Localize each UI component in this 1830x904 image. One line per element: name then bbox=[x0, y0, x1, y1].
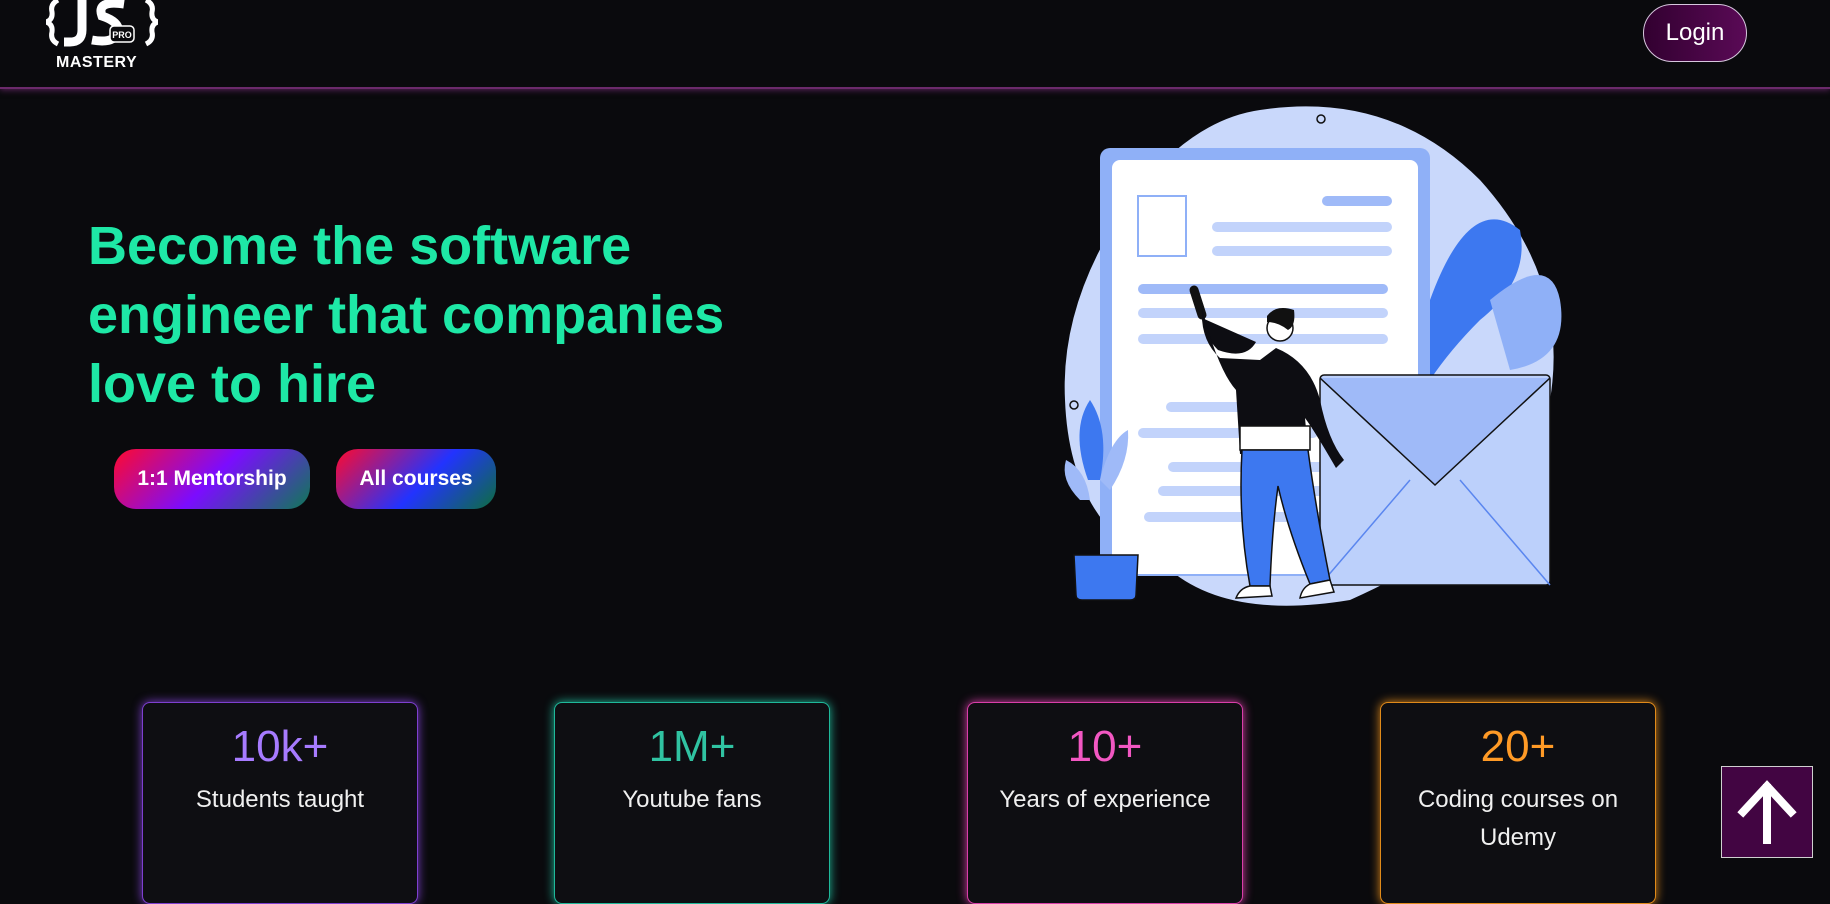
all-courses-button[interactable]: All courses bbox=[336, 449, 496, 509]
logo-badge: PRO bbox=[112, 30, 132, 40]
stat-card-experience: 10+ Years of experience bbox=[967, 702, 1243, 904]
logo-text: MASTERY bbox=[56, 54, 138, 71]
login-button[interactable]: Login bbox=[1643, 4, 1747, 62]
hero-illustration bbox=[1064, 106, 1562, 606]
hero-title: Become the software engineer that compan… bbox=[88, 216, 725, 414]
stat-card-youtube: 1M+ Youtube fans bbox=[554, 702, 830, 904]
stat-card-courses: 20+ Coding courses on Udemy bbox=[1380, 702, 1656, 904]
stat-label: Youtube fans bbox=[622, 786, 762, 813]
stat-value: 20+ bbox=[1480, 722, 1556, 771]
stat-value: 10+ bbox=[1067, 722, 1143, 771]
navbar: PRO MASTERY Login bbox=[0, 0, 1830, 89]
arrow-up-icon bbox=[1737, 780, 1797, 844]
stat-value: 10k+ bbox=[231, 722, 329, 771]
stat-label: Years of experience bbox=[999, 786, 1211, 813]
stat-value: 1M+ bbox=[648, 722, 736, 771]
scroll-to-top-button[interactable] bbox=[1721, 766, 1813, 858]
stat-label: Coding courses on Udemy bbox=[1417, 786, 1619, 851]
stat-card-students: 10k+ Students taught bbox=[142, 702, 418, 904]
stat-label: Students taught bbox=[195, 786, 365, 813]
mentorship-button[interactable]: 1:1 Mentorship bbox=[114, 449, 310, 509]
